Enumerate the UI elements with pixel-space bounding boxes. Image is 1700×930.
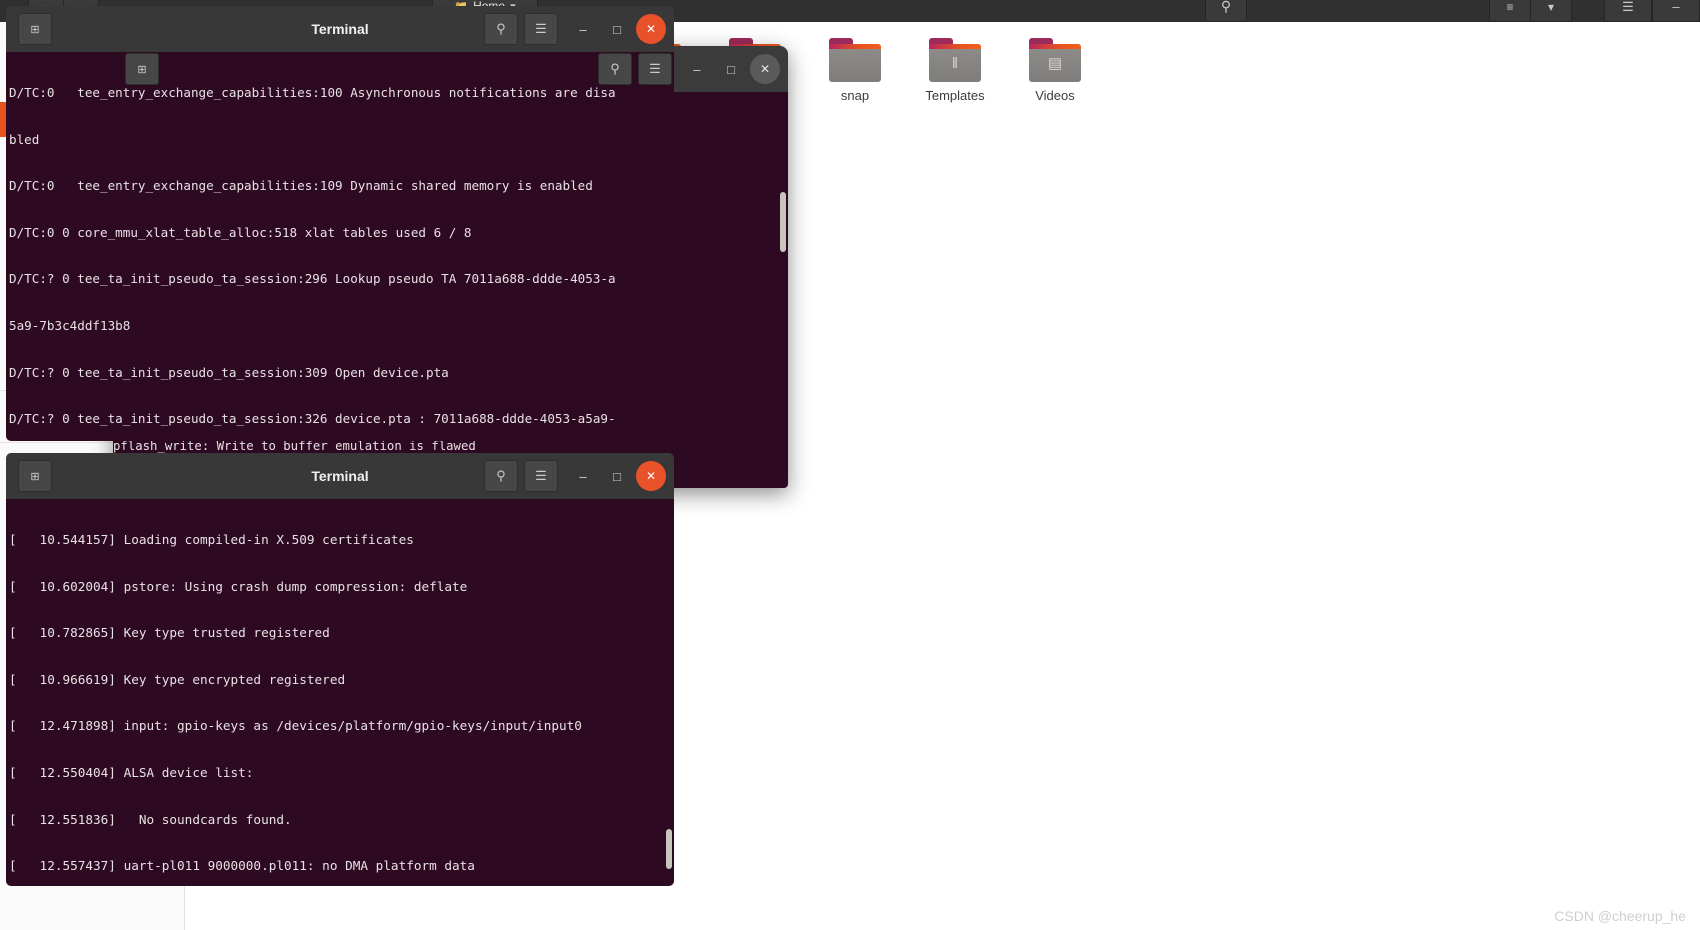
title-bar-buttons: ⚲ ☰ – □ ✕ [484,460,666,492]
terminal-line: D/TC:0 0 core_mmu_xlat_table_alloc:518 x… [9,224,472,240]
maximize-button[interactable]: □ [716,54,746,84]
terminal-line: D/TC:? 0 tee_ta_init_pseudo_ta_session:2… [9,271,616,287]
watermark: CSDN @cheerup_he [1554,908,1686,924]
title-bar[interactable]: ⊞ Terminal ⚲ ☰ – □ ✕ [6,6,674,52]
terminal-line: D/TC:? 0 tee_ta_init_pseudo_ta_session:3… [9,411,616,427]
scrollbar[interactable] [666,829,672,869]
title-bar[interactable]: ⊞ Terminal ⚲ ☰ – □ ✕ [6,453,674,499]
close-button[interactable]: ✕ [750,54,780,84]
close-button[interactable]: ✕ [636,14,666,44]
file-item-videos[interactable]: ▤ Videos [1005,32,1105,103]
view-options-group: ≡ ▾ [1489,0,1572,22]
file-label: Videos [1035,88,1075,103]
terminal-line: [ 12.551836] No soundcards found. [9,811,292,827]
close-button[interactable]: ✕ [636,461,666,491]
terminal-line: [ 12.557437] uart-pl011 9000000.pl011: n… [9,858,475,874]
hamburger-menu-icon[interactable]: ☰ [638,53,672,85]
terminal-line: D/TC:? 0 tee_ta_init_pseudo_ta_session:3… [9,364,449,380]
minimize-button[interactable]: – [682,54,712,84]
minimize-button[interactable]: – [1652,0,1700,22]
new-tab-icon[interactable]: ⊞ [18,460,52,492]
hamburger-menu-icon[interactable]: ☰ [524,460,558,492]
video-emblem-icon: ▤ [1047,55,1063,72]
terminal-line: [ 10.602004] pstore: Using crash dump co… [9,578,468,594]
new-tab-icon[interactable]: ⊞ [125,53,159,85]
title-bar-buttons: ⚲ ☰ – □ ✕ [484,13,666,45]
terminal-line: D/TC:0 tee_entry_exchange_capabilities:1… [9,178,593,194]
terminal-line: [ 12.471898] input: gpio-keys as /device… [9,718,582,734]
file-label: Templates [925,88,985,103]
terminal-line: D/TC:0 tee_entry_exchange_capabilities:1… [9,85,616,100]
file-item-templates[interactable]: ‖ Templates [905,32,1005,103]
terminal-output[interactable]: [ 10.544157] Loading compiled-in X.509 c… [6,499,674,886]
minimize-button[interactable]: – [568,14,598,44]
search-icon[interactable]: ⚲ [484,13,518,45]
list-view-icon[interactable]: ≡ [1489,0,1531,22]
hamburger-menu-icon[interactable]: ☰ [1604,0,1652,22]
terminal-line: [ 10.544157] Loading compiled-in X.509 c… [9,532,414,547]
terminal-line: 5a9-7b3c4ddf13b8 [9,317,131,333]
terminal-line: [ 10.966619] Key type encrypted register… [9,671,346,687]
title-bar-buttons: ⚲ ☰ – □ ✕ [598,53,780,85]
terminal-line: bled [9,131,40,147]
folder-icon: ‖ [929,38,981,82]
terminal-line: [ 12.550404] ALSA device list: [9,764,254,780]
chevron-down-icon[interactable]: ▾ [1531,0,1572,22]
terminal-window-buildroot[interactable]: ⊞ Terminal ⚲ ☰ – □ ✕ [ 10.544157] Loadin… [0,447,680,892]
folder-icon: ▤ [1029,38,1081,82]
folder-icon [829,38,881,82]
minimize-button[interactable]: – [568,461,598,491]
search-icon[interactable]: ⚲ [484,460,518,492]
new-tab-icon[interactable]: ⊞ [18,13,52,45]
window-controls: ☰ – [1604,0,1700,22]
search-icon[interactable]: ⚲ [1205,0,1247,22]
terminal-window-right[interactable]: ⊞ Terminal ⚲ ☰ – □ ✕ D/TC:0 tee_entry_ex… [0,0,680,447]
file-item-snap[interactable]: snap [805,32,905,103]
terminal-output[interactable]: D/TC:0 tee_entry_exchange_capabilities:1… [6,52,674,441]
template-emblem-icon: ‖ [951,54,959,72]
file-label: snap [840,88,870,103]
maximize-button[interactable]: □ [602,461,632,491]
scrollbar[interactable] [780,192,786,252]
terminal-line: [ 10.782865] Key type trusted registered [9,625,330,641]
maximize-button[interactable]: □ [602,14,632,44]
search-icon[interactable]: ⚲ [598,53,632,85]
hamburger-menu-icon[interactable]: ☰ [524,13,558,45]
